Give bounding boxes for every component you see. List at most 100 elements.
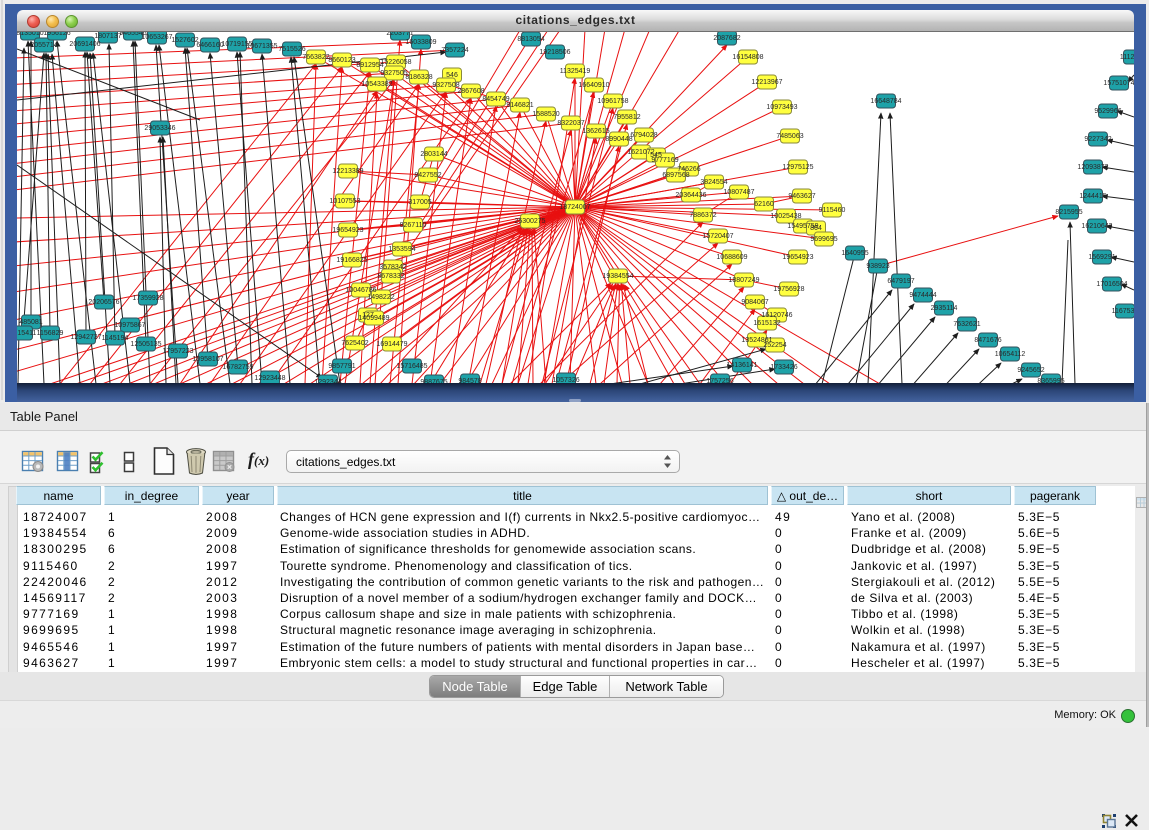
svg-text:62160: 62160 — [754, 201, 774, 208]
svg-text:9146821: 9146821 — [506, 102, 533, 109]
svg-text:11325419: 11325419 — [560, 68, 591, 75]
svg-text:1615132: 1615132 — [753, 320, 780, 327]
svg-text:1167531: 1167531 — [1112, 308, 1134, 315]
svg-text:16120746: 16120746 — [761, 312, 792, 319]
svg-text:6466160: 6466160 — [196, 42, 223, 49]
svg-text:3824554: 3824554 — [700, 179, 727, 186]
svg-text:9857791: 9857791 — [328, 363, 355, 370]
svg-text:317005: 317005 — [408, 199, 431, 206]
svg-text:8267110: 8267110 — [400, 222, 427, 229]
svg-text:14136141: 14136141 — [726, 362, 757, 369]
svg-text:2867608: 2867608 — [457, 88, 484, 95]
svg-text:19166825: 19166825 — [336, 257, 367, 264]
svg-text:8471676: 8471676 — [974, 337, 1001, 344]
svg-text:3578342: 3578342 — [379, 264, 406, 271]
svg-text:19654923: 19654923 — [782, 254, 813, 261]
svg-text:6479197: 6479197 — [887, 278, 914, 285]
svg-text:8427552: 8427552 — [414, 172, 441, 179]
svg-text:1807137: 1807137 — [94, 33, 121, 40]
svg-text:252254: 252254 — [763, 342, 786, 349]
svg-text:18724007: 18724007 — [559, 204, 590, 211]
svg-text:864: 864 — [810, 225, 822, 232]
svg-text:14099489: 14099489 — [358, 315, 389, 322]
svg-text:546: 546 — [446, 72, 458, 79]
svg-text:16648784: 16648784 — [870, 98, 901, 105]
svg-text:16154808: 16154808 — [732, 54, 763, 61]
svg-text:12093872: 12093872 — [1077, 164, 1108, 171]
svg-text:1156829: 1156829 — [37, 330, 64, 337]
svg-text:7625402: 7625402 — [341, 340, 368, 347]
svg-text:20364436: 20364436 — [675, 192, 706, 199]
svg-text:8678332: 8678332 — [377, 273, 404, 280]
svg-text:12942737: 12942737 — [70, 334, 101, 341]
svg-text:8990448: 8990448 — [605, 136, 632, 143]
svg-text:1733426: 1733426 — [770, 364, 797, 371]
svg-text:10961758: 10961758 — [597, 98, 628, 105]
svg-text:20206576: 20206576 — [88, 299, 119, 306]
svg-text:15720407: 15720407 — [702, 233, 733, 240]
svg-text:17359928: 17359928 — [132, 295, 163, 302]
svg-text:10807487: 10807487 — [723, 189, 754, 196]
svg-text:2087682: 2087682 — [713, 35, 740, 42]
svg-text:6897568: 6897568 — [662, 172, 689, 179]
svg-text:29053346: 29053346 — [144, 125, 175, 132]
svg-text:2803144: 2803144 — [420, 151, 447, 158]
svg-text:9245652: 9245652 — [1017, 367, 1044, 374]
svg-text:9529966: 9529966 — [1094, 108, 1121, 115]
svg-text:16914479: 16914479 — [376, 341, 407, 348]
svg-text:9115460: 9115460 — [819, 207, 846, 214]
svg-text:20691406: 20691406 — [69, 41, 100, 48]
svg-text:9327505: 9327505 — [380, 70, 407, 77]
svg-text:6794028: 6794028 — [630, 132, 657, 139]
svg-text:7632621: 7632621 — [953, 321, 980, 328]
svg-text:9777169: 9777169 — [651, 157, 678, 164]
svg-text:1362615: 1362615 — [582, 128, 609, 135]
svg-text:12213389: 12213389 — [332, 168, 363, 175]
svg-text:15716485: 15716485 — [396, 363, 427, 370]
svg-text:16210643: 16210643 — [1081, 223, 1112, 230]
svg-text:16640910: 16640910 — [578, 82, 609, 89]
svg-text:1640955: 1640955 — [841, 250, 868, 257]
svg-text:10025438: 10025438 — [770, 213, 801, 220]
svg-text:12213967: 12213967 — [751, 79, 782, 86]
svg-text:10975867: 10975867 — [114, 322, 145, 329]
svg-text:10046786: 10046786 — [345, 287, 376, 294]
svg-text:15751074: 15751074 — [1103, 80, 1134, 87]
svg-text:16033809: 16033809 — [405, 39, 436, 46]
svg-text:10107553: 10107553 — [329, 198, 360, 205]
svg-text:16782759: 16782759 — [222, 364, 253, 371]
svg-text:7485063: 7485063 — [776, 133, 803, 140]
svg-text:2203771: 2203771 — [386, 32, 413, 37]
svg-text:18807249: 18807249 — [728, 277, 759, 284]
svg-text:8813054: 8813054 — [517, 36, 544, 43]
svg-text:1145194: 1145194 — [102, 335, 129, 342]
svg-text:10958107: 10958107 — [192, 356, 223, 363]
svg-text:1569291: 1569291 — [1088, 254, 1115, 261]
svg-text:1956126: 1956126 — [43, 32, 70, 37]
svg-text:7515526: 7515526 — [278, 46, 305, 53]
svg-text:19384554: 19384554 — [602, 273, 633, 280]
svg-text:8135010: 8135010 — [17, 32, 44, 37]
svg-text:7663822: 7663822 — [302, 54, 329, 61]
svg-text:1353594: 1353594 — [388, 246, 415, 253]
svg-text:9463627: 9463627 — [788, 193, 815, 200]
svg-text:10973493: 10973493 — [766, 104, 797, 111]
svg-text:8660123: 8660123 — [328, 57, 355, 64]
svg-text:19654923: 19654923 — [332, 227, 363, 234]
svg-text:17016504: 17016504 — [1096, 281, 1127, 288]
svg-text:9327508: 9327508 — [432, 82, 459, 89]
svg-text:25300275: 25300275 — [514, 218, 545, 225]
svg-text:15226058: 15226058 — [380, 59, 411, 66]
svg-text:10688609: 10688609 — [716, 254, 747, 261]
svg-text:7955812: 7955812 — [613, 114, 640, 121]
svg-text:9474444: 9474444 — [909, 292, 936, 299]
svg-text:1112524: 1112524 — [1120, 54, 1134, 61]
svg-text:3915411: 3915411 — [17, 330, 36, 337]
svg-text:1527602: 1527602 — [171, 37, 198, 44]
svg-text:2935114: 2935114 — [931, 305, 958, 312]
svg-text:19756928: 19756928 — [773, 286, 804, 293]
svg-text:1588520: 1588520 — [532, 111, 559, 118]
svg-text:10543382: 10543382 — [361, 81, 392, 88]
svg-text:485081: 485081 — [19, 319, 42, 326]
svg-text:19218506: 19218506 — [539, 49, 570, 56]
